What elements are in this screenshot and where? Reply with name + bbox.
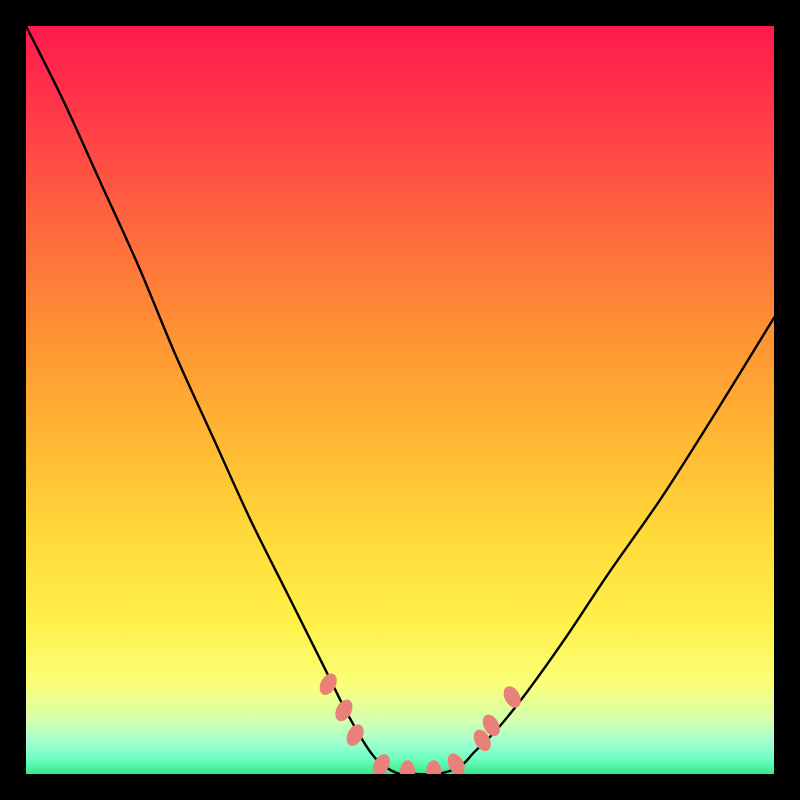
outer-frame (0, 0, 800, 800)
